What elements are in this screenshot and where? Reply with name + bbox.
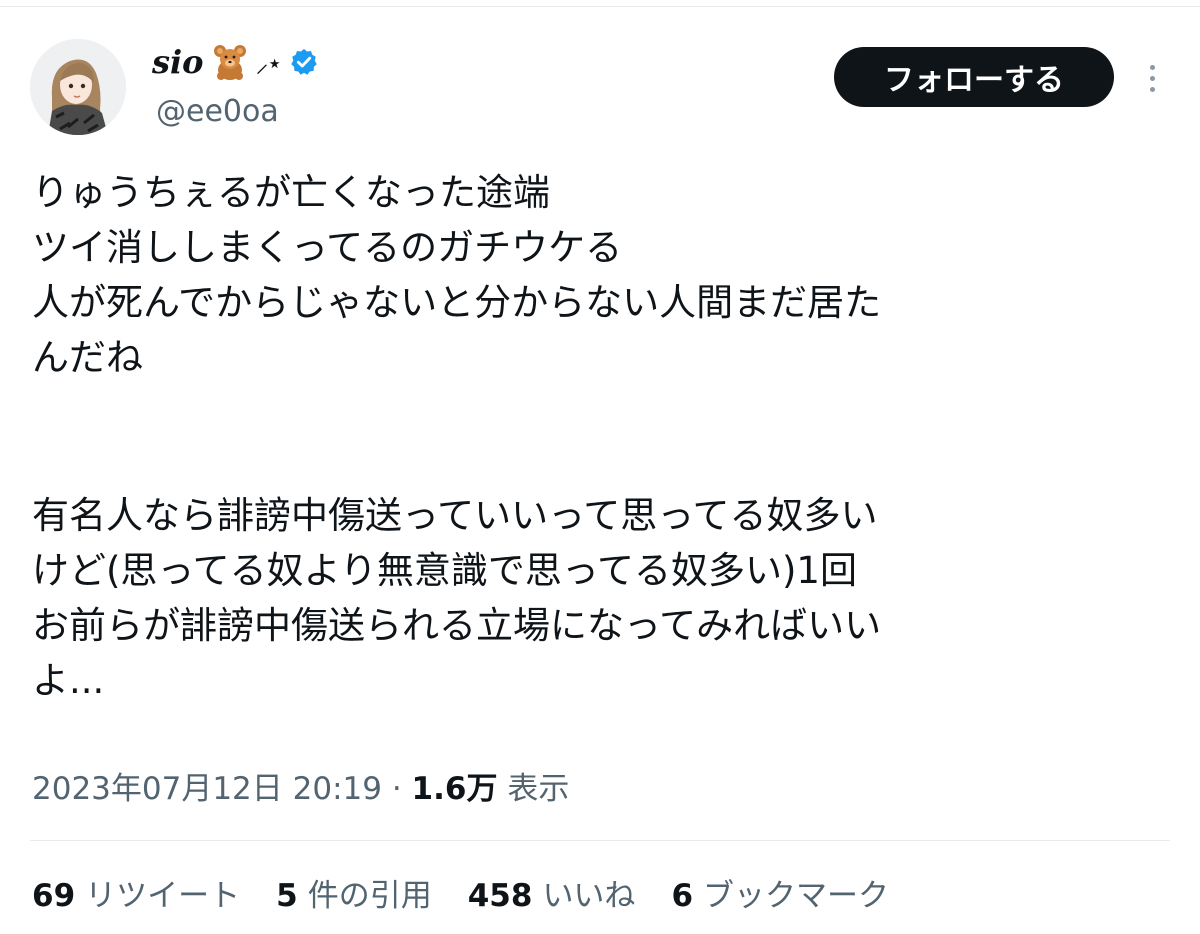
retweets-count: 69 bbox=[32, 878, 76, 914]
views-count: 1.6万 bbox=[411, 771, 498, 807]
likes-stat[interactable]: 458 いいね bbox=[468, 870, 636, 915]
follow-button[interactable]: フォローする bbox=[834, 47, 1114, 107]
avatar[interactable] bbox=[30, 39, 126, 135]
engagement-stats: 69 リツイート 5 件の引用 458 いいね 6 ブックマーク bbox=[32, 870, 889, 915]
views-label: 表示 bbox=[507, 771, 570, 807]
tweet-text-line: お前らが誹謗中傷送られる立場になってみればいい bbox=[32, 604, 882, 647]
quotes-label: 件の引用 bbox=[307, 878, 432, 914]
tweet-text-line: 人が死んでからじゃないと分からない人間まだ居た bbox=[32, 281, 882, 324]
verified-badge-icon bbox=[289, 47, 319, 77]
tweet-text-line: よ... bbox=[32, 659, 105, 702]
display-name-row: sio ⸝⋆ bbox=[152, 40, 319, 84]
retweets-stat[interactable]: 69 リツイート bbox=[32, 870, 240, 915]
sparkle-decoration: ⸝⋆ bbox=[255, 49, 283, 79]
tweet-text-line: 有名人なら誹謗中傷送っていいって思ってる奴多い bbox=[32, 494, 878, 537]
tweet-text-line: りゅうちぇるが亡くなった途端 bbox=[32, 171, 550, 214]
tweet-text-line: んだね bbox=[32, 336, 143, 379]
more-options-button[interactable] bbox=[1134, 58, 1170, 98]
likes-count: 458 bbox=[467, 878, 533, 914]
bookmarks-label: ブックマーク bbox=[703, 878, 890, 914]
meta-separator: · bbox=[381, 771, 412, 807]
more-vertical-icon-dot bbox=[1149, 86, 1155, 92]
quotes-stat[interactable]: 5 件の引用 bbox=[276, 870, 432, 915]
top-divider bbox=[0, 6, 1200, 7]
avatar-illustration-icon bbox=[30, 39, 126, 135]
stats-divider bbox=[30, 840, 1170, 841]
bookmarks-count: 6 bbox=[671, 878, 694, 914]
user-handle[interactable]: @ee0oa bbox=[156, 94, 279, 129]
tweet-text: りゅうちぇるが亡くなった途端 ツイ消ししまくってるのガチウケる 人が死んでからじ… bbox=[32, 165, 1172, 708]
more-vertical-icon-dot bbox=[1149, 64, 1155, 70]
tweet-text-line: ツイ消ししまくってるのガチウケる bbox=[32, 226, 623, 269]
likes-label: いいね bbox=[542, 878, 636, 914]
more-vertical-icon-dot bbox=[1149, 75, 1155, 81]
display-name[interactable]: sio bbox=[152, 43, 204, 81]
tweet-text-line: けど(思ってる奴より無意識で思ってる奴多い)1回 bbox=[32, 549, 857, 592]
bookmarks-stat[interactable]: 6 ブックマーク bbox=[671, 870, 889, 915]
timestamp[interactable]: 2023年07月12日 20:19 bbox=[32, 771, 382, 807]
tweet-meta: 2023年07月12日 20:19 · 1.6万 表示 bbox=[32, 763, 569, 808]
retweets-label: リツイート bbox=[85, 878, 241, 914]
quotes-count: 5 bbox=[276, 878, 298, 914]
bear-emoji-icon bbox=[210, 42, 250, 82]
